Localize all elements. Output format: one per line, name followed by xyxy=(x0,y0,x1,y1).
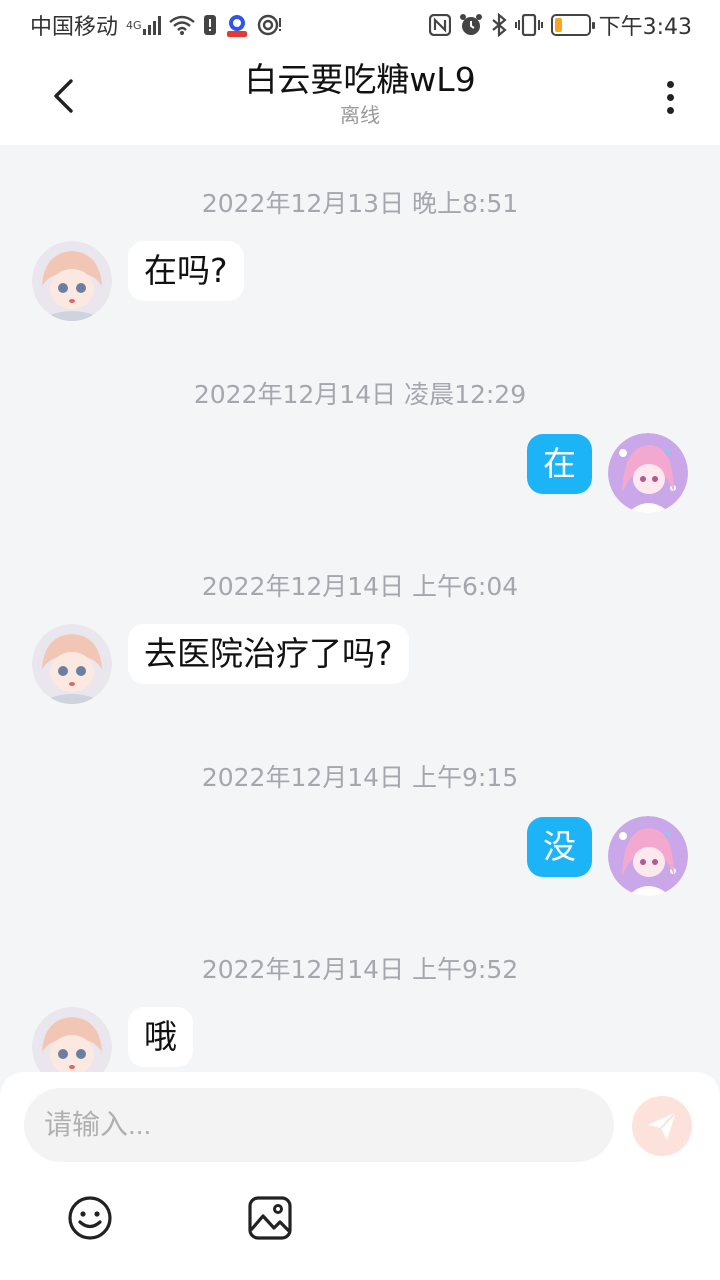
message-input[interactable] xyxy=(24,1088,614,1162)
contact-avatar[interactable] xyxy=(32,241,112,321)
message-timestamp: 2022年12月14日 上午9:15 xyxy=(201,763,519,792)
message-timestamp: 2022年12月14日 上午9:52 xyxy=(201,955,519,984)
alert-icon xyxy=(203,14,217,36)
wifi-icon xyxy=(168,15,195,35)
outgoing-message-bubble[interactable]: 没 xyxy=(527,817,592,877)
network-type-label: 4G xyxy=(126,18,142,32)
message-timestamp: 2022年12月14日 凌晨12:29 xyxy=(193,380,527,409)
outgoing-message-bubble[interactable]: 在 xyxy=(527,434,592,494)
message-timestamp: 2022年12月14日 上午6:04 xyxy=(201,572,519,601)
message-timestamp: 2022年12月13日 晚上8:51 xyxy=(201,189,519,218)
send-button[interactable] xyxy=(632,1096,692,1156)
emoji-button[interactable] xyxy=(66,1194,114,1242)
status-bar: 中国移动 4G 下午3:43 xyxy=(0,0,720,50)
clock-label: 下午3:43 xyxy=(598,15,692,40)
carrier-label: 中国移动 xyxy=(30,15,119,40)
back-button[interactable] xyxy=(40,72,88,120)
more-dot-icon xyxy=(666,80,674,88)
online-status: 离线 xyxy=(340,103,380,127)
incoming-message-bubble[interactable]: 哦 xyxy=(128,1007,193,1067)
chat-title: 白云要吃糖wL9 xyxy=(244,60,476,99)
image-button[interactable] xyxy=(246,1194,294,1242)
more-dot-icon xyxy=(666,106,674,114)
emoji-icon xyxy=(68,1196,112,1240)
contact-avatar[interactable] xyxy=(32,624,112,704)
more-dot-icon xyxy=(666,93,674,101)
send-icon xyxy=(648,1111,677,1140)
chat-header: 白云要吃糖wL9 离线 xyxy=(0,50,720,145)
my-avatar[interactable] xyxy=(608,816,688,896)
chevron-left-icon xyxy=(54,79,73,113)
hotspot-icon xyxy=(257,14,283,36)
composer-panel xyxy=(0,1072,720,1280)
nfc-icon xyxy=(428,14,451,36)
my-avatar[interactable] xyxy=(608,433,688,513)
battery-icon xyxy=(550,14,595,36)
image-icon xyxy=(248,1196,292,1240)
chat-title-group: 白云要吃糖wL9 离线 xyxy=(160,58,560,128)
vibrate-icon xyxy=(514,14,543,36)
alarm-icon xyxy=(459,13,483,37)
baidu-app-icon xyxy=(225,13,249,37)
status-left: 中国移动 4G xyxy=(30,9,283,41)
incoming-message-bubble[interactable]: 去医院治疗了吗? xyxy=(128,624,409,684)
status-right: 下午3:43 xyxy=(428,9,692,41)
more-options-button[interactable] xyxy=(646,72,694,122)
bluetooth-icon xyxy=(491,13,507,37)
incoming-message-bubble[interactable]: 在吗? xyxy=(128,241,244,301)
cellular-signal-icon: 4G xyxy=(126,15,161,35)
